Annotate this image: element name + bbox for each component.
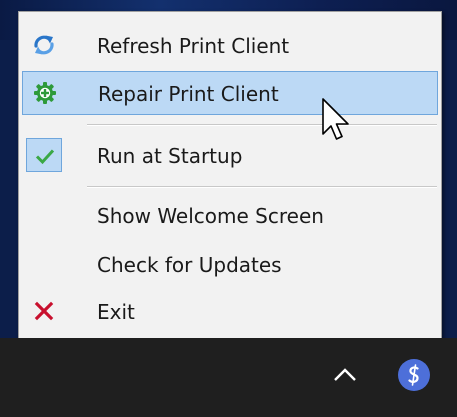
gear-icon (27, 76, 63, 110)
menu-item-label: Check for Updates (97, 253, 282, 277)
mouse-cursor-icon (322, 98, 349, 140)
menu-separator (87, 186, 437, 188)
menu-separator (87, 124, 437, 126)
menu-item-refresh-print-client[interactable]: Refresh Print Client (22, 24, 438, 68)
print-client-tray-icon[interactable] (398, 359, 430, 391)
menu-item-label: Show Welcome Screen (97, 204, 324, 228)
menu-item-label: Repair Print Client (98, 82, 279, 106)
menu-item-check-for-updates[interactable]: Check for Updates (22, 243, 438, 287)
checkbox-checked (26, 138, 62, 172)
checkmark-icon (35, 149, 55, 165)
menu-item-label: Exit (97, 300, 135, 324)
tray-context-menu: Refresh Print Client Repair Print Client… (18, 11, 442, 341)
chevron-up-icon[interactable] (331, 363, 359, 387)
menu-item-label: Refresh Print Client (97, 34, 290, 58)
menu-item-exit[interactable]: Exit (22, 290, 438, 334)
menu-item-run-at-startup[interactable]: Run at Startup (22, 134, 438, 178)
menu-item-repair-print-client[interactable]: Repair Print Client (22, 71, 438, 115)
refresh-icon (26, 28, 62, 62)
close-icon (26, 294, 62, 328)
menu-item-label: Run at Startup (97, 144, 243, 168)
menu-item-show-welcome-screen[interactable]: Show Welcome Screen (22, 194, 438, 238)
taskbar (0, 338, 457, 417)
